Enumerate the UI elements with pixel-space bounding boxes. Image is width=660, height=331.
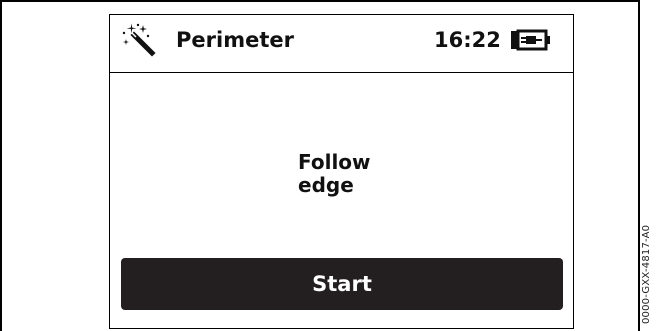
battery-charging-icon	[511, 29, 550, 51]
device-screen: Perimeter 16:22 Follow edge Start	[109, 14, 574, 329]
magic-wand-icon	[122, 23, 156, 57]
start-button[interactable]: Start	[121, 258, 563, 310]
message-line-2: edge	[298, 173, 354, 197]
figure-reference-code: 0000-GXX-4817-A0	[641, 224, 652, 324]
status-message: Follow edge	[298, 151, 371, 197]
page-title: Perimeter	[176, 28, 294, 52]
header-bar: Perimeter 16:22	[110, 15, 573, 73]
clock-time: 16:22	[434, 28, 501, 52]
figure-frame: Perimeter 16:22 Follow edge Start	[0, 0, 640, 331]
message-line-1: Follow	[298, 150, 371, 174]
